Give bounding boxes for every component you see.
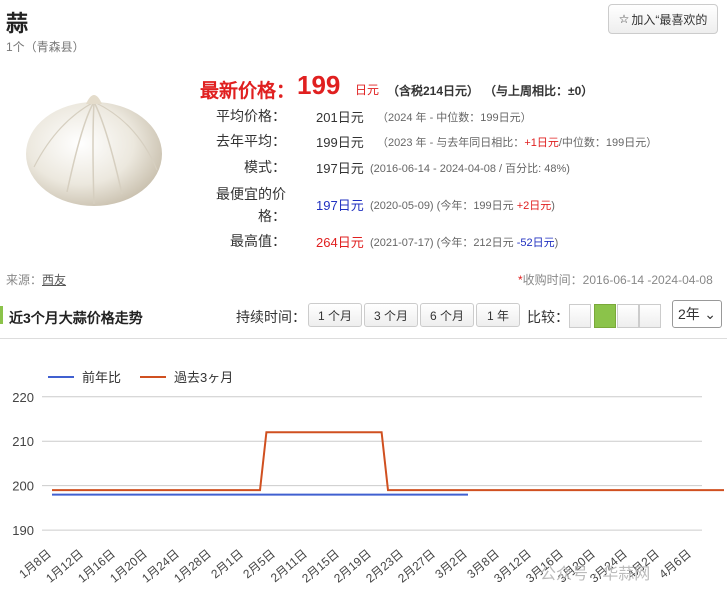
- source: 来源：西友: [6, 273, 67, 287]
- compare-option-3[interactable]: [617, 304, 639, 328]
- y-tick-label: 190: [12, 523, 34, 538]
- average-price-value: 201日元: [316, 110, 364, 125]
- compare-label: 比较：: [527, 309, 569, 325]
- latest-price-unit: 日元: [355, 83, 380, 97]
- chevron-down-icon: ⌄: [704, 305, 716, 322]
- average-price-note: （2024 年 - 中位数：199日元）: [377, 112, 532, 124]
- last-year-average-value: 199日元: [316, 135, 364, 150]
- mode-label: 模式：: [244, 159, 286, 175]
- last-year-average-note: （2023 年 - 与去年同日相比：+1日元/中位数：199日元）: [377, 137, 658, 149]
- add-favorite-button[interactable]: ☆ 加入“最喜欢的: [608, 4, 718, 34]
- highest-price-note: (2021-07-17) (今年：212日元 -52日元): [370, 237, 559, 249]
- watermark: 公众号 · 华蒜网: [540, 566, 651, 583]
- y-tick-label: 220: [12, 390, 34, 405]
- highest-price-value: 264日元: [316, 235, 364, 250]
- cheapest-price-note: (2020-05-09) (今年：199日元 +2日元): [370, 200, 555, 212]
- page-title: 蒜: [6, 11, 29, 36]
- duration-6-month-button[interactable]: 6 个月: [420, 303, 474, 327]
- highest-price-label: 最高值：: [230, 233, 286, 249]
- legend-label: 過去3ヶ月: [174, 370, 233, 385]
- latest-price-value: 199: [297, 70, 341, 100]
- section-title: 近3个月大蒜价格走势: [9, 310, 143, 326]
- latest-price-label: 最新价格：: [200, 81, 296, 102]
- year-select[interactable]: 2年 ⌄: [672, 300, 722, 328]
- compare-option-1[interactable]: [569, 304, 591, 328]
- x-tick-label: 4月6日: [656, 547, 694, 582]
- legend-label: 前年比: [82, 370, 121, 385]
- cheapest-price-value: 197日元: [316, 198, 364, 213]
- cheapest-price-label: 最便宜的价 格：: [216, 186, 286, 224]
- latest-price-weekly-change: （与上周相比：±0）: [484, 84, 594, 98]
- mode-note: (2016-06-14 - 2024-04-08 / 百分比: 48%): [370, 163, 570, 175]
- y-tick-label: 210: [12, 434, 34, 449]
- section-accent-bar: [0, 306, 3, 324]
- source-link[interactable]: 西友: [42, 273, 66, 287]
- duration-1-month-button[interactable]: 1 个月: [308, 303, 362, 327]
- star-icon: ☆: [618, 12, 630, 26]
- duration-label: 持续时间：: [236, 309, 306, 325]
- garlic-image: [26, 95, 162, 206]
- compare-option-2[interactable]: [594, 304, 616, 328]
- latest-price-tax: （含税214日元）: [387, 84, 480, 98]
- duration-1-year-button[interactable]: 1 年: [476, 303, 520, 327]
- x-tick-label: 2月1日: [208, 547, 246, 582]
- average-price-label: 平均价格：: [216, 108, 286, 124]
- last-year-average-label: 去年平均：: [216, 133, 286, 149]
- duration-3-month-button[interactable]: 3 个月: [364, 303, 418, 327]
- add-favorite-label: 加入“最喜欢的: [631, 12, 708, 27]
- year-select-value: 2年: [678, 306, 700, 322]
- compare-option-4[interactable]: [639, 304, 661, 328]
- mode-value: 197日元: [316, 161, 364, 176]
- y-tick-label: 200: [12, 479, 34, 494]
- x-tick-label: 3月2日: [432, 547, 470, 582]
- product-subtitle: 1个（青森县）: [6, 40, 85, 54]
- acquisition-period: *收购时间：2016-06-14 -2024-04-08: [518, 273, 713, 287]
